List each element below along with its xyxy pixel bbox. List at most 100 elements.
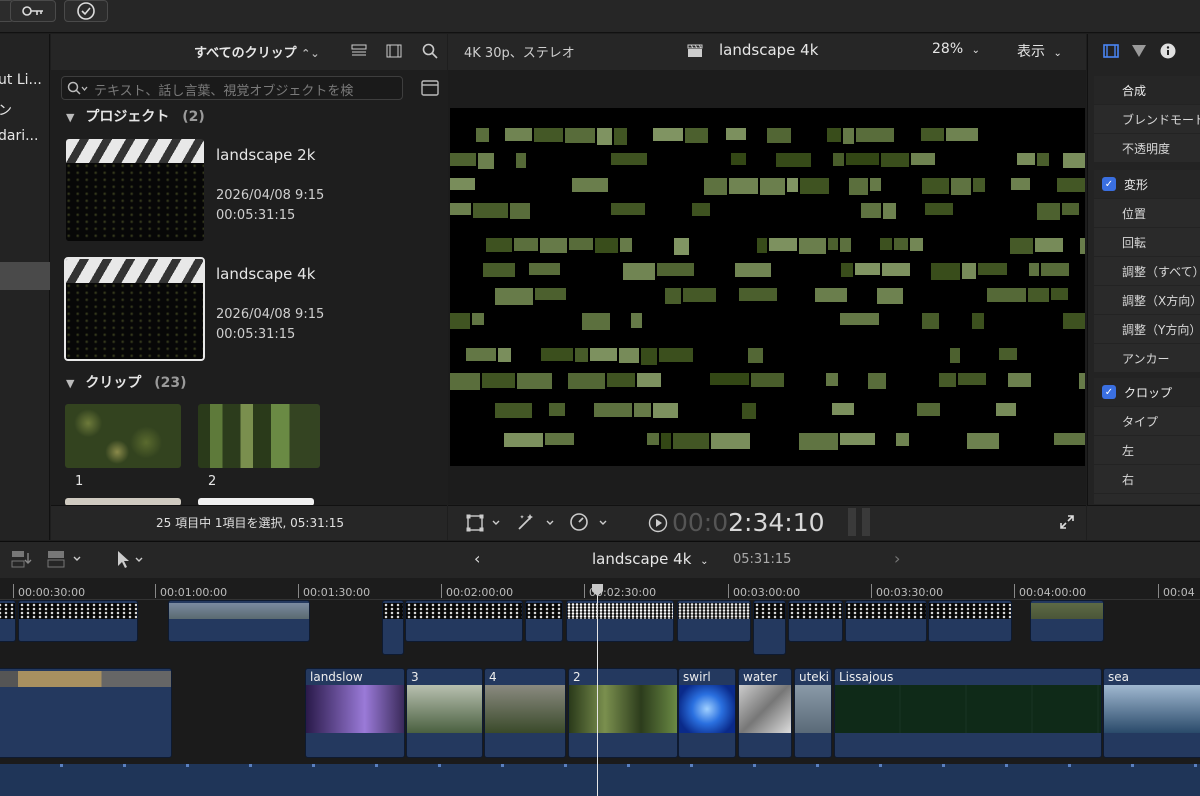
timecode-display[interactable]: 00:02:34:10 bbox=[672, 508, 825, 537]
sidebar-item-selected[interactable] bbox=[0, 262, 50, 290]
timeline-clip[interactable]: sea bbox=[1103, 668, 1200, 758]
background-tasks-button[interactable] bbox=[64, 0, 108, 22]
view-popup[interactable]: 表示 ⌄ bbox=[1017, 41, 1062, 61]
ruler-label: 00:02:00:00 bbox=[446, 586, 514, 599]
crop-left-row[interactable]: 左 bbox=[1094, 436, 1200, 464]
timeline-project-popup[interactable]: landscape 4k ⌄ bbox=[592, 550, 709, 568]
timeline-clip[interactable]: Lissajous bbox=[834, 668, 1102, 758]
select-tool-icon[interactable] bbox=[113, 548, 149, 570]
magic-wand-icon[interactable] bbox=[515, 511, 557, 533]
clips-section-header[interactable]: ▼ クリップ (23) bbox=[66, 372, 187, 392]
timeline-clip[interactable] bbox=[845, 600, 927, 642]
timeline-clip[interactable]: landslow bbox=[305, 668, 405, 758]
video-frame-image bbox=[450, 128, 1085, 450]
info-icon[interactable] bbox=[1159, 42, 1177, 60]
timeline-forward-button[interactable]: › bbox=[894, 549, 900, 568]
rotation-label: 回転 bbox=[1122, 235, 1147, 250]
crop-right-row[interactable]: 右 bbox=[1094, 465, 1200, 493]
play-button[interactable] bbox=[648, 513, 668, 533]
crop-type-row[interactable]: タイプ bbox=[1094, 407, 1200, 435]
checkbox-checked-icon[interactable]: ✓ bbox=[1102, 177, 1116, 191]
filmstrip-view-icon[interactable] bbox=[385, 42, 403, 60]
key-icon bbox=[22, 5, 44, 17]
keyword-button[interactable] bbox=[10, 0, 56, 22]
project-name-2: landscape 4k bbox=[216, 265, 316, 283]
projects-count: (2) bbox=[182, 109, 205, 125]
list-view-icon[interactable] bbox=[350, 42, 368, 60]
timeline-back-button[interactable]: ‹ bbox=[474, 549, 480, 568]
crop-top-row-partial[interactable] bbox=[1094, 494, 1200, 504]
sidebar-item-1[interactable]: ut Li... bbox=[0, 72, 42, 88]
filter-window-icon[interactable] bbox=[420, 79, 440, 97]
projects-section-header[interactable]: ▼ プロジェクト (2) bbox=[66, 106, 205, 126]
timeline-clip[interactable]: 3 bbox=[406, 668, 483, 758]
scale-y-row[interactable]: 調整（Y方向） bbox=[1094, 315, 1200, 343]
timeline-clip[interactable] bbox=[566, 600, 674, 642]
viewer-format: 4K 30p、ステレオ bbox=[464, 46, 575, 61]
clip-filmstrip bbox=[306, 685, 404, 733]
clip-thumbnail-1[interactable] bbox=[65, 404, 181, 468]
scale-all-row[interactable]: 調整（すべて） bbox=[1094, 257, 1200, 285]
timeline-clip[interactable] bbox=[382, 600, 404, 655]
timeline-clip[interactable]: water bbox=[738, 668, 792, 758]
timeline-clip[interactable] bbox=[525, 600, 563, 642]
speed-gauge-icon[interactable] bbox=[568, 511, 610, 533]
timeline-project-name: landscape 4k bbox=[592, 550, 692, 568]
timeline-clip[interactable] bbox=[1030, 600, 1104, 642]
crop-section[interactable]: ✓ クロップ bbox=[1094, 378, 1200, 406]
clip-thumbnail-2[interactable] bbox=[198, 404, 320, 468]
clip-filmstrip bbox=[1031, 603, 1103, 619]
clip-appearance-icon[interactable] bbox=[45, 548, 85, 570]
sidebar-item-3[interactable]: dari... bbox=[0, 128, 38, 144]
blend-mode-row[interactable]: ブレンドモード bbox=[1094, 105, 1200, 133]
timeline-clip[interactable]: 2 bbox=[568, 668, 678, 758]
scale-x-row[interactable]: 調整（X方向） bbox=[1094, 286, 1200, 314]
transform-section[interactable]: ✓ 変形 bbox=[1094, 170, 1200, 198]
viewer-canvas bbox=[450, 108, 1085, 466]
anchor-row[interactable]: アンカー bbox=[1094, 344, 1200, 372]
opacity-row[interactable]: 不透明度 bbox=[1094, 134, 1200, 162]
audio-lane-markers bbox=[0, 764, 1200, 767]
search-toggle-icon[interactable] bbox=[421, 42, 439, 60]
timeline-duration: 05:31:15 bbox=[733, 552, 792, 567]
timeline-clip[interactable] bbox=[405, 600, 523, 642]
clip-filter-popup[interactable]: すべてのクリップ ⌃⌄ bbox=[194, 42, 320, 61]
clip-filmstrip bbox=[0, 603, 15, 619]
timeline-clip[interactable] bbox=[168, 600, 310, 642]
clip-filmstrip bbox=[19, 603, 137, 619]
compositing-section[interactable]: 合成 bbox=[1094, 76, 1200, 104]
timeline-clip[interactable] bbox=[753, 600, 786, 655]
browser-search-field[interactable]: テキスト、話し言葉、視覚オブジェクトを検 bbox=[61, 76, 403, 100]
transform-icon[interactable] bbox=[465, 513, 503, 533]
timeline-clip[interactable]: uteki bbox=[794, 668, 832, 758]
fullscreen-icon[interactable] bbox=[1058, 513, 1076, 531]
timeline-clip[interactable] bbox=[0, 668, 172, 758]
clip-filter-label: すべてのクリップ bbox=[194, 46, 297, 61]
timeline-clip[interactable] bbox=[928, 600, 1012, 642]
clip-filmstrip bbox=[835, 685, 1101, 733]
append-edit-icon[interactable] bbox=[10, 548, 34, 570]
video-inspector-icon[interactable] bbox=[1102, 42, 1120, 60]
ruler-major-tick bbox=[1014, 584, 1015, 598]
checkbox-checked-icon[interactable]: ✓ bbox=[1102, 385, 1116, 399]
timeline-clip[interactable]: 4 bbox=[484, 668, 566, 758]
sidebar-item-2[interactable]: ン bbox=[0, 100, 12, 120]
project-duration-2: 00:05:31:15 bbox=[216, 327, 296, 342]
project-thumbnail-2[interactable] bbox=[64, 257, 205, 361]
color-inspector-icon[interactable] bbox=[1130, 42, 1148, 60]
position-row[interactable]: 位置 bbox=[1094, 199, 1200, 227]
anchor-label: アンカー bbox=[1122, 351, 1170, 366]
fcp-window: ut Li... ン dari... すべてのクリップ ⌃⌄ テキスト、話し言葉… bbox=[0, 0, 1200, 796]
timeline-clip[interactable] bbox=[18, 600, 138, 642]
timeline-clip[interactable] bbox=[788, 600, 843, 642]
timeline-clip[interactable] bbox=[0, 600, 16, 642]
timeline-clip[interactable]: swirl bbox=[678, 668, 736, 758]
timeline-clip[interactable] bbox=[677, 600, 751, 642]
project-thumbnail-1[interactable] bbox=[66, 139, 204, 241]
playhead[interactable] bbox=[597, 584, 598, 796]
zoom-popup[interactable]: 28% ⌄ bbox=[932, 41, 980, 57]
rotation-row[interactable]: 回転 bbox=[1094, 228, 1200, 256]
clip-filmstrip bbox=[846, 603, 926, 619]
clips-label: クリップ bbox=[85, 375, 142, 391]
chevron-down-icon: ⌄ bbox=[1053, 48, 1062, 59]
